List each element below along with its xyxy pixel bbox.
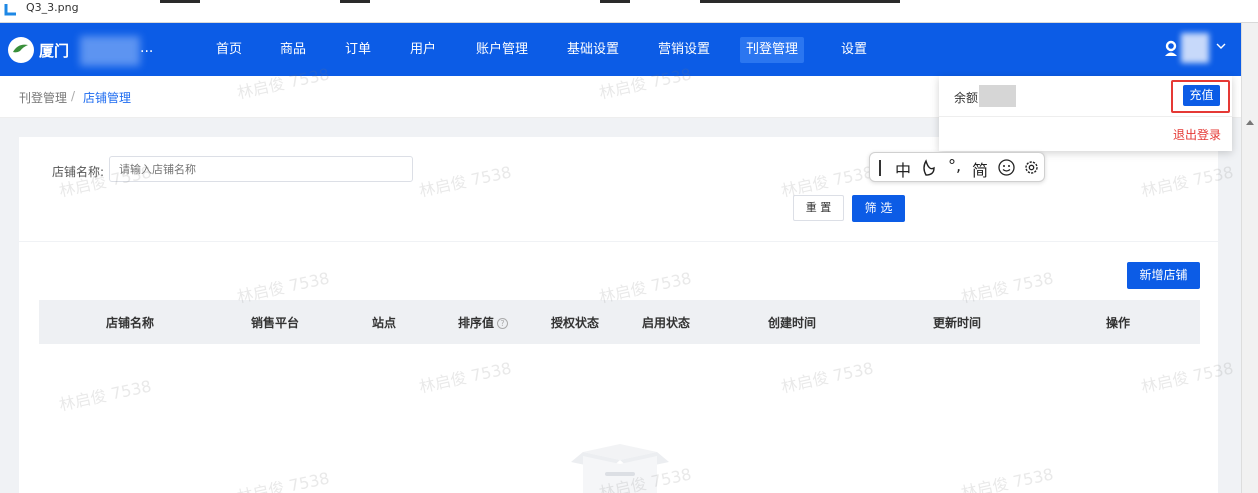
nav-users[interactable]: 用户 xyxy=(410,37,436,63)
title-strip-decoration xyxy=(340,0,370,3)
ime-mode-toggle[interactable]: 中 xyxy=(895,157,911,181)
title-strip-decoration xyxy=(600,0,630,3)
shop-name-label: 店铺名称: xyxy=(52,165,105,179)
nav-listing-management[interactable]: 刊登管理 xyxy=(740,37,805,63)
nav-marketing-settings[interactable]: 营销设置 xyxy=(658,37,710,63)
nav-settings[interactable]: 设置 xyxy=(841,37,867,63)
brand-ellipsis: ... xyxy=(140,40,154,56)
title-strip-decoration xyxy=(700,0,900,3)
emoji-icon[interactable] xyxy=(998,159,1015,176)
top-navbar: 厦门 ... 首页 商品 订单 用户 账户管理 基础设置 营销设置 刊登管理 设… xyxy=(0,23,1241,76)
column-created-time: 创建时间 xyxy=(768,316,817,330)
nav-orders[interactable]: 订单 xyxy=(345,37,371,63)
column-sort-value: 排序值? xyxy=(458,314,509,331)
user-dropdown-menu: 余额 充值 退出登录 xyxy=(939,76,1232,151)
title-strip-decoration xyxy=(160,0,200,3)
add-shop-button[interactable]: 新增店铺 xyxy=(1127,262,1200,289)
logo-icon xyxy=(9,38,33,62)
recharge-button[interactable]: 充值 xyxy=(1183,85,1220,106)
column-enabled-status: 启用状态 xyxy=(642,316,691,330)
text-cursor-icon xyxy=(879,160,881,176)
balance-label: 余额 xyxy=(954,91,979,105)
brand-name: 厦门 xyxy=(39,42,70,60)
shop-list-panel: 新增店铺 店铺名称 销售平台 站点 排序值? 授权状态 启用状态 创建时间 更新… xyxy=(19,242,1218,493)
breadcrumb-separator: / xyxy=(71,89,76,103)
column-shop-name: 店铺名称 xyxy=(106,316,155,330)
empty-box-icon xyxy=(571,444,669,493)
column-updated-time: 更新时间 xyxy=(933,316,982,330)
moon-icon[interactable] xyxy=(920,159,936,177)
column-auth-status: 授权状态 xyxy=(551,316,600,330)
breadcrumb-current: 店铺管理 xyxy=(83,91,132,105)
nav-home[interactable]: 首页 xyxy=(216,37,242,63)
breadcrumb-parent[interactable]: 刊登管理 xyxy=(19,89,67,106)
nav-basic-settings[interactable]: 基础设置 xyxy=(567,37,619,63)
logout-link[interactable]: 退出登录 xyxy=(1173,126,1221,143)
column-sort-value-label: 排序值 xyxy=(458,316,495,330)
reset-button[interactable]: 重 置 xyxy=(793,195,844,221)
app-icon xyxy=(4,4,16,16)
gear-icon[interactable] xyxy=(1023,159,1040,176)
nav-account-management[interactable]: 账户管理 xyxy=(476,37,528,63)
chevron-down-icon[interactable] xyxy=(1215,40,1227,52)
help-icon[interactable]: ? xyxy=(497,318,509,329)
shop-name-input[interactable] xyxy=(109,156,413,182)
file-name: Q3_3.png xyxy=(26,1,79,14)
column-sales-platform: 销售平台 xyxy=(251,316,300,330)
ime-punctuation-toggle[interactable]: °, xyxy=(948,156,961,175)
filter-button[interactable]: 筛 选 xyxy=(852,195,905,222)
scroll-up-arrow-icon[interactable] xyxy=(1246,120,1254,125)
user-icon[interactable] xyxy=(1163,40,1179,56)
balance-value-redacted xyxy=(979,85,1016,107)
column-actions: 操作 xyxy=(1106,316,1131,330)
vertical-scrollbar[interactable] xyxy=(1241,23,1258,493)
ime-toolbar: 中 °, 简 xyxy=(869,152,1045,182)
app-window: Q3_3.png 厦门 ... 首页 商品 订单 用户 账户管理 基础设置 营销… xyxy=(0,0,1258,493)
nav-products[interactable]: 商品 xyxy=(280,37,306,63)
file-title-bar: Q3_3.png xyxy=(0,0,1258,23)
divider xyxy=(939,116,1232,117)
logo[interactable] xyxy=(8,37,34,63)
column-site: 站点 xyxy=(372,316,397,330)
user-name-redacted[interactable] xyxy=(1181,33,1209,63)
table-header: 店铺名称 销售平台 站点 排序值? 授权状态 启用状态 创建时间 更新时间 操作 xyxy=(39,300,1200,344)
brand-name-redacted xyxy=(80,36,140,66)
ime-script-toggle[interactable]: 简 xyxy=(972,157,988,181)
